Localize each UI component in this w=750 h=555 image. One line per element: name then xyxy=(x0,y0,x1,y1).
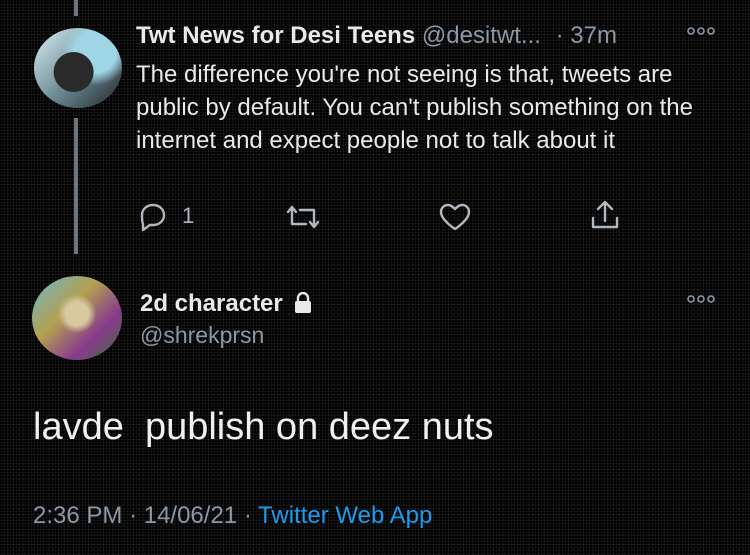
tweet-date[interactable]: · 14/06/21 · xyxy=(129,502,252,529)
reply-tweet-text: lavde publish on deez nuts xyxy=(33,406,494,448)
parent-tweet-display-name[interactable]: Twt News for Desi Teens xyxy=(136,22,415,49)
reply-icon xyxy=(136,200,170,232)
parent-tweet-text: The difference you're not seeing is that… xyxy=(136,61,693,154)
parent-tweet-avatar[interactable] xyxy=(34,28,122,108)
parent-tweet-time[interactable]: · 37m xyxy=(556,22,617,49)
share-button[interactable] xyxy=(588,198,622,232)
parent-tweet-handle[interactable]: @desitwt... xyxy=(422,22,541,49)
tweet-meta: 2:36 PM · 14/06/21 · Twitter Web App xyxy=(33,502,432,530)
reply-tweet-handle[interactable]: @shrekprsn xyxy=(140,322,264,349)
reply-count: 1 xyxy=(182,203,195,228)
reply-tweet-name-row: 2d character xyxy=(140,290,313,318)
lock-icon xyxy=(293,292,313,314)
thread-line xyxy=(74,118,78,254)
reply-tweet-avatar[interactable] xyxy=(32,276,122,360)
parent-tweet-header: Twt News for Desi Teens @desitwt... · 37… xyxy=(136,22,617,50)
like-button[interactable] xyxy=(438,202,472,232)
thread-line-top xyxy=(74,0,78,16)
reply-button[interactable]: 1 xyxy=(136,200,194,232)
parent-tweet-more-icon[interactable] xyxy=(686,26,716,36)
share-icon xyxy=(588,198,622,232)
parent-tweet-actions: 1 xyxy=(136,196,636,236)
reply-tweet-display-name[interactable]: 2d character xyxy=(140,290,283,317)
reply-tweet-more-icon[interactable] xyxy=(686,294,716,304)
tweet-time[interactable]: 2:36 PM xyxy=(33,502,122,529)
like-icon xyxy=(438,202,472,232)
retweet-icon xyxy=(284,202,322,232)
retweet-button[interactable] xyxy=(284,202,322,232)
tweet-source-app[interactable]: Twitter Web App xyxy=(258,502,432,529)
